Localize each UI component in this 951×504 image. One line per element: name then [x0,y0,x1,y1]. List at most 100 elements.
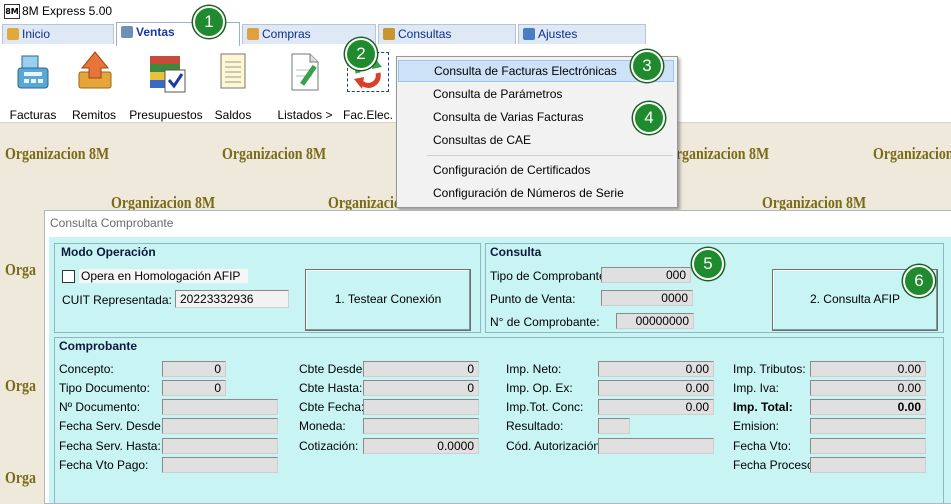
toolbar-saldos-button[interactable]: Saldos [208,50,258,122]
nro-documento-field[interactable] [162,399,278,415]
cbte-fecha-label: Cbte Fecha: [299,400,365,414]
moneda-label: Moneda: [299,419,346,433]
punto-venta-label: Punto de Venta: [490,292,576,306]
basket-icon [247,28,259,40]
imp-op-ex-label: Imp. Op. Ex: [506,381,573,395]
cbte-hasta-label: Cbte Hasta: [299,381,363,395]
fecha-serv-hasta-label: Fecha Serv. Hasta: [59,439,161,453]
group-title: Modo Operación [59,245,158,259]
imp-tot-conc-label: Imp.Tot. Conc: [506,400,584,414]
resultado-field[interactable] [598,418,630,434]
imp-op-ex-field[interactable]: 0.00 [598,380,714,396]
cuit-input[interactable]: 20223332936 [175,290,289,308]
cbte-fecha-field[interactable] [363,399,479,415]
concepto-field[interactable]: 0 [162,361,226,377]
settings-icon [523,28,535,40]
cash-register-icon [14,50,52,90]
tipo-documento-field[interactable]: 0 [162,380,226,396]
punto-venta-input[interactable]: 0000 [601,290,693,306]
window-title: 8M Express 5.00 [22,4,113,18]
toolbar-remitos-button[interactable]: Remitos [66,50,122,122]
annotation-badge-5: 5 [692,248,724,280]
tab-ajustes[interactable]: Ajustes [518,24,646,44]
tipo-documento-label: Tipo Documento: [59,381,150,395]
cotizacion-label: Cotización: [299,439,359,453]
group-title: Consulta [488,245,544,259]
toolbar-label: Saldos [214,108,252,122]
watermark-text: Organizacion 8M [5,468,36,487]
nro-documento-label: Nº Documento: [59,400,141,414]
cod-autorizacion-label: Cód. Autorización: [506,439,604,453]
annotation-badge-1: 1 [193,6,225,38]
dialog-body: Modo Operación Opera en Homologación AFI… [49,237,951,504]
cotizacion-field[interactable]: 0.0000 [363,438,479,454]
fecha-serv-desde-label: Fecha Serv. Desde: [59,419,165,433]
annotation-badge-3: 3 [631,50,663,82]
cuit-label: CUIT Representada: [62,293,172,307]
watermark-text: Organizacion 8M [222,144,327,163]
emision-label: Emision: [733,419,780,433]
toolbar-label: Facturas [9,108,57,122]
group-title: Comprobante [57,339,139,353]
facelec-dropdown-menu: Consulta de Facturas Electrónicas Consul… [396,56,678,208]
cbte-desde-field[interactable]: 0 [363,361,479,377]
tab-label: Inicio [22,27,51,41]
toolbar-label: Presupuestos [129,108,203,122]
annotation-badge-4: 4 [633,102,665,134]
fecha-serv-desde-field[interactable] [162,418,278,434]
fecha-serv-hasta-field[interactable] [162,438,278,454]
modo-operacion-group: Modo Operación Opera en Homologación AFI… [54,243,481,333]
imp-neto-label: Imp. Neto: [506,362,562,376]
moneda-field[interactable] [363,418,479,434]
menu-separator [427,155,673,156]
numero-comprobante-input[interactable]: 00000000 [616,313,694,329]
toolbar-listados-button[interactable]: Listados > [272,50,338,122]
testear-conexion-button[interactable]: 1. Testear Conexión [305,269,471,331]
watermark-text: Organizacion 8M [665,144,770,163]
emision-field[interactable] [810,418,926,434]
toolbar-label: Remitos [71,108,116,122]
cbte-desde-label: Cbte Desde: [299,362,366,376]
home-icon [7,28,19,40]
homologacion-checkbox[interactable] [62,270,75,283]
tab-inicio[interactable]: Inicio [2,24,114,44]
imp-tot-conc-field[interactable]: 0.00 [598,399,714,415]
title-bar: 8M 8M Express 5.00 [0,0,951,22]
imp-neto-field[interactable]: 0.00 [598,361,714,377]
cod-autorizacion-field[interactable] [598,438,714,454]
tab-label: Compras [262,27,311,41]
tab-consultas[interactable]: Consultas [378,24,516,44]
homologacion-label: Opera en Homologación AFIP [79,269,249,283]
cbte-hasta-field[interactable]: 0 [363,380,479,396]
fecha-vto-label: Fecha Vto: [733,439,792,453]
document-edit-icon [286,50,324,91]
cart-icon [121,26,133,38]
tab-label: Consultas [398,27,452,41]
menu-item-consulta-parametros[interactable]: Consulta de Parámetros [398,83,674,105]
annotation-badge-6: 6 [903,265,935,297]
menu-item-config-certificados[interactable]: Configuración de Certificados [398,159,674,181]
numero-comprobante-label: N° de Comprobante: [490,315,600,329]
watermark-text: Organizacion 8M [5,376,36,395]
imp-total-label: Imp. Total: [733,400,793,414]
toolbar-label: Listados > [277,108,333,122]
fecha-vto-field[interactable] [810,438,926,454]
imp-tributos-field[interactable]: 0.00 [810,361,926,377]
concepto-label: Concepto: [59,362,114,376]
toolbar-facturas-button[interactable]: Facturas [4,50,62,122]
menu-item-config-serie[interactable]: Configuración de Números de Serie [398,182,674,204]
fecha-proceso-label: Fecha Proceso: [733,458,818,472]
consulta-comprobante-dialog: Consulta Comprobante Modo Operación Oper… [44,210,951,504]
fecha-vto-pago-field[interactable] [162,457,278,473]
toolbar-presupuestos-button[interactable]: Presupuestos [126,50,206,122]
menu-item-consultas-cae[interactable]: Consultas de CAE [398,129,674,151]
tipo-comprobante-input[interactable]: 000 [601,267,691,283]
imp-total-field[interactable]: 0.00 [810,399,926,415]
app-logo-icon: 8M [4,4,20,19]
tipo-comprobante-label: Tipo de Comprobante: [490,269,609,283]
imp-iva-field[interactable]: 0.00 [810,380,926,396]
fecha-proceso-field[interactable] [810,457,926,473]
toolbar-label: Fac.Elec. [342,108,393,122]
resultado-label: Resultado: [506,419,564,433]
tab-label: Ventas [136,25,175,39]
